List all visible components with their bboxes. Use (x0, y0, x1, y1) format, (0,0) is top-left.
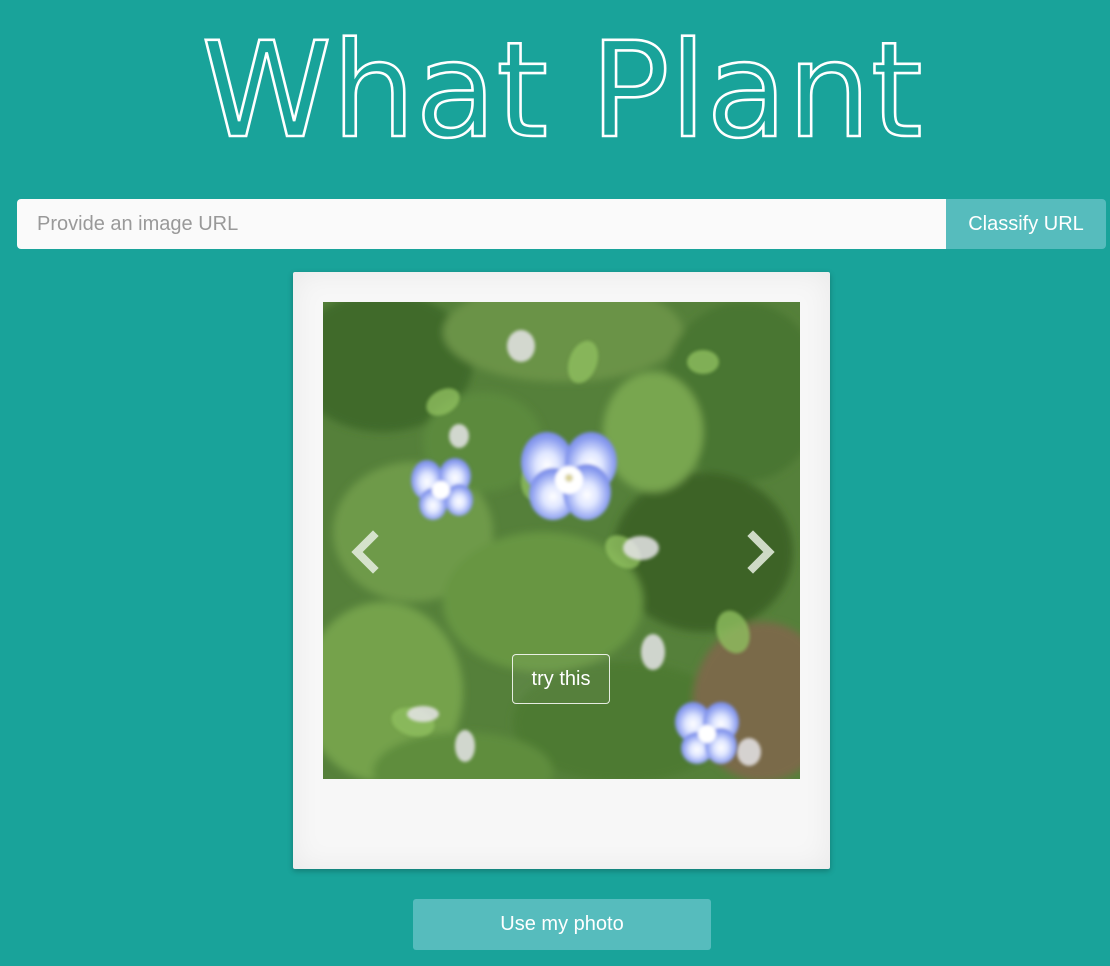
page-title: What Plant (0, 0, 1110, 160)
carousel-prev-button[interactable] (345, 530, 385, 574)
chevron-right-icon (747, 530, 775, 574)
sample-plant-photo: try this (323, 302, 800, 779)
carousel-next-button[interactable] (741, 530, 781, 574)
url-form: Classify URL (17, 199, 1106, 249)
use-my-photo-button[interactable]: Use my photo (413, 899, 711, 950)
classify-url-button[interactable]: Classify URL (946, 199, 1106, 249)
try-this-button[interactable]: try this (512, 654, 610, 704)
chevron-left-icon (351, 530, 379, 574)
url-input[interactable] (17, 199, 946, 249)
image-card: try this (293, 272, 830, 869)
flower-photo-image (323, 302, 800, 779)
page-title-text: What Plant (201, 14, 922, 160)
